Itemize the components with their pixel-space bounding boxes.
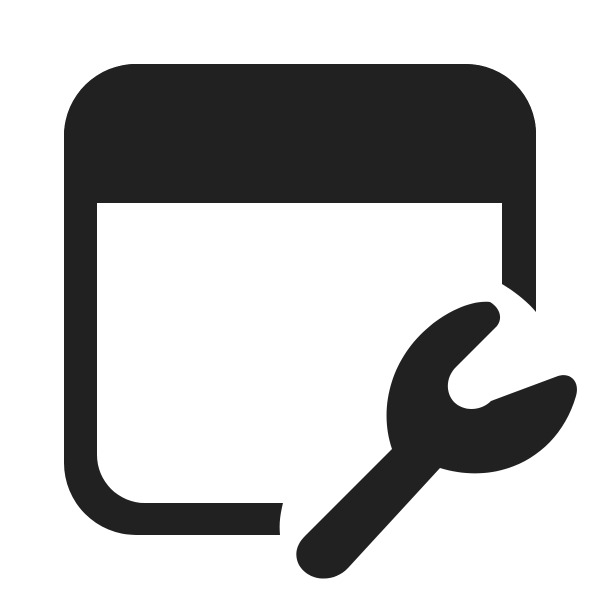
icon-canvas: [0, 0, 600, 600]
wrench-icon: [296, 301, 577, 579]
window-wrench-icon: [64, 64, 577, 579]
